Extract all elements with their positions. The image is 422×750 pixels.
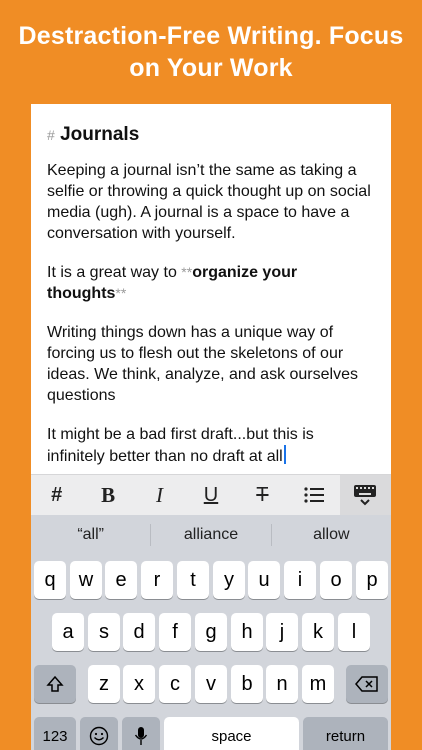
key-q[interactable]: q: [34, 561, 66, 599]
key-t[interactable]: t: [177, 561, 209, 599]
key-m[interactable]: m: [302, 665, 334, 703]
key-o[interactable]: o: [320, 561, 352, 599]
dictation-key[interactable]: [122, 717, 160, 750]
key-f[interactable]: f: [159, 613, 191, 651]
key-s[interactable]: s: [88, 613, 120, 651]
heading-icon: #: [51, 483, 63, 506]
key-p[interactable]: p: [356, 561, 388, 599]
emoji-icon: [89, 726, 109, 746]
underline-icon: U: [203, 483, 219, 506]
key-j[interactable]: j: [266, 613, 298, 651]
list-button[interactable]: [288, 475, 339, 515]
promo-headline: Destraction-Free Writing. Focus on Your …: [0, 20, 422, 84]
keyboard: “all” alliance allow q w e r t y u i o p…: [31, 515, 391, 750]
return-key[interactable]: return: [303, 717, 388, 750]
key-g[interactable]: g: [195, 613, 227, 651]
format-toolbar: # B I U T: [31, 474, 391, 515]
shift-icon: [46, 675, 64, 692]
heading-button[interactable]: #: [31, 475, 82, 515]
key-e[interactable]: e: [105, 561, 137, 599]
keyboard-dismiss-button[interactable]: [339, 475, 391, 515]
italic-icon: I: [156, 482, 164, 507]
bold-marker-open: **: [181, 264, 193, 280]
keyboard-dismiss-icon: [354, 485, 377, 506]
note-heading: # Journals: [47, 122, 375, 148]
paragraph-4: It might be a bad first draft...but this…: [47, 424, 375, 467]
paragraph-2: It is a great way to **organize your tho…: [47, 262, 375, 304]
strikethrough-button[interactable]: T: [237, 475, 288, 515]
bold-icon: B: [101, 482, 116, 507]
strikethrough-icon: T: [256, 483, 269, 506]
editor[interactable]: # Journals Keeping a journal isn’t the s…: [31, 104, 391, 467]
key-w[interactable]: w: [70, 561, 102, 599]
underline-button[interactable]: U: [185, 475, 236, 515]
microphone-icon: [134, 727, 148, 745]
key-x[interactable]: x: [123, 665, 155, 703]
key-u[interactable]: u: [248, 561, 280, 599]
heading-text: Journals: [60, 124, 140, 145]
paragraph-4-text: It might be a bad first draft...but this…: [47, 426, 314, 465]
paragraph-2-text: It is a great way to: [47, 264, 182, 281]
key-c[interactable]: c: [159, 665, 191, 703]
text-cursor: [283, 445, 286, 464]
key-a[interactable]: a: [52, 613, 84, 651]
space-key[interactable]: space: [164, 717, 299, 750]
backspace-key[interactable]: [346, 665, 388, 703]
key-k[interactable]: k: [302, 613, 334, 651]
key-l[interactable]: l: [338, 613, 370, 651]
emoji-key[interactable]: [80, 717, 118, 750]
key-n[interactable]: n: [266, 665, 298, 703]
italic-button[interactable]: I: [134, 475, 185, 515]
numbers-key[interactable]: 123: [34, 717, 76, 750]
key-r[interactable]: r: [141, 561, 173, 599]
paragraph-1: Keeping a journal isn’t the same as taki…: [47, 162, 371, 242]
key-i[interactable]: i: [284, 561, 316, 599]
headline-line-1: Destraction-Free Writing. Focus: [18, 22, 404, 50]
paragraph-3: Writing things down has a unique way of …: [47, 324, 358, 404]
suggestion-item[interactable]: alliance: [151, 524, 272, 546]
key-b[interactable]: b: [231, 665, 263, 703]
list-icon: [304, 487, 324, 503]
key-z[interactable]: z: [88, 665, 120, 703]
key-y[interactable]: y: [213, 561, 245, 599]
heading-marker: #: [47, 127, 55, 143]
headline-line-2: on Your Work: [129, 54, 293, 82]
backspace-icon: [355, 676, 378, 692]
bold-marker-close: **: [115, 285, 127, 301]
key-h[interactable]: h: [231, 613, 263, 651]
key-d[interactable]: d: [123, 613, 155, 651]
shift-key[interactable]: [34, 665, 76, 703]
phone-screen: # Journals Keeping a journal isn’t the s…: [31, 104, 391, 750]
suggestion-bar: “all” alliance allow: [31, 515, 391, 555]
suggestion-item[interactable]: “all”: [31, 524, 152, 546]
suggestion-item[interactable]: allow: [272, 524, 391, 546]
bold-button[interactable]: B: [82, 475, 133, 515]
key-v[interactable]: v: [195, 665, 227, 703]
